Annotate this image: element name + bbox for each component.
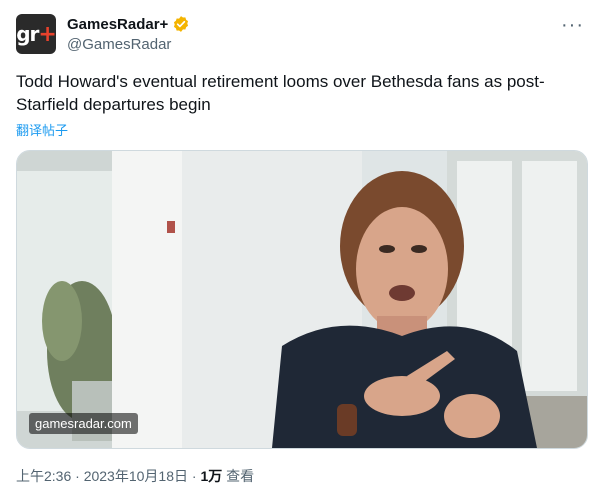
tweet-date[interactable]: 2023年10月18日 (84, 468, 188, 484)
translate-link[interactable]: 翻译帖子 (16, 120, 68, 139)
author-display-name[interactable]: GamesRadar+ (67, 16, 168, 33)
tweet-media[interactable]: gamesradar.com (16, 150, 588, 449)
views-count: 1万 (200, 468, 223, 484)
tweet-time[interactable]: 上午2:36 (16, 468, 71, 484)
tweet-meta: 上午2:36 · 2023年10月18日 · 1万 查看 (16, 466, 254, 486)
verified-badge-icon (174, 16, 189, 32)
author-handle[interactable]: @GamesRadar (67, 36, 171, 53)
more-options-icon[interactable]: ··· (561, 14, 584, 37)
avatar-text: gr (16, 22, 39, 46)
meta-separator: · (75, 468, 80, 484)
author-name-row: GamesRadar+ (67, 15, 190, 33)
avatar-plus: + (38, 21, 56, 47)
author-avatar[interactable]: gr + (16, 14, 57, 54)
media-watermark: gamesradar.com (29, 413, 138, 434)
meta-separator: · (191, 468, 197, 484)
media-photo (17, 151, 587, 448)
tweet-text: Todd Howard's eventual retirement looms … (16, 72, 545, 114)
views-label: 查看 (226, 468, 255, 484)
